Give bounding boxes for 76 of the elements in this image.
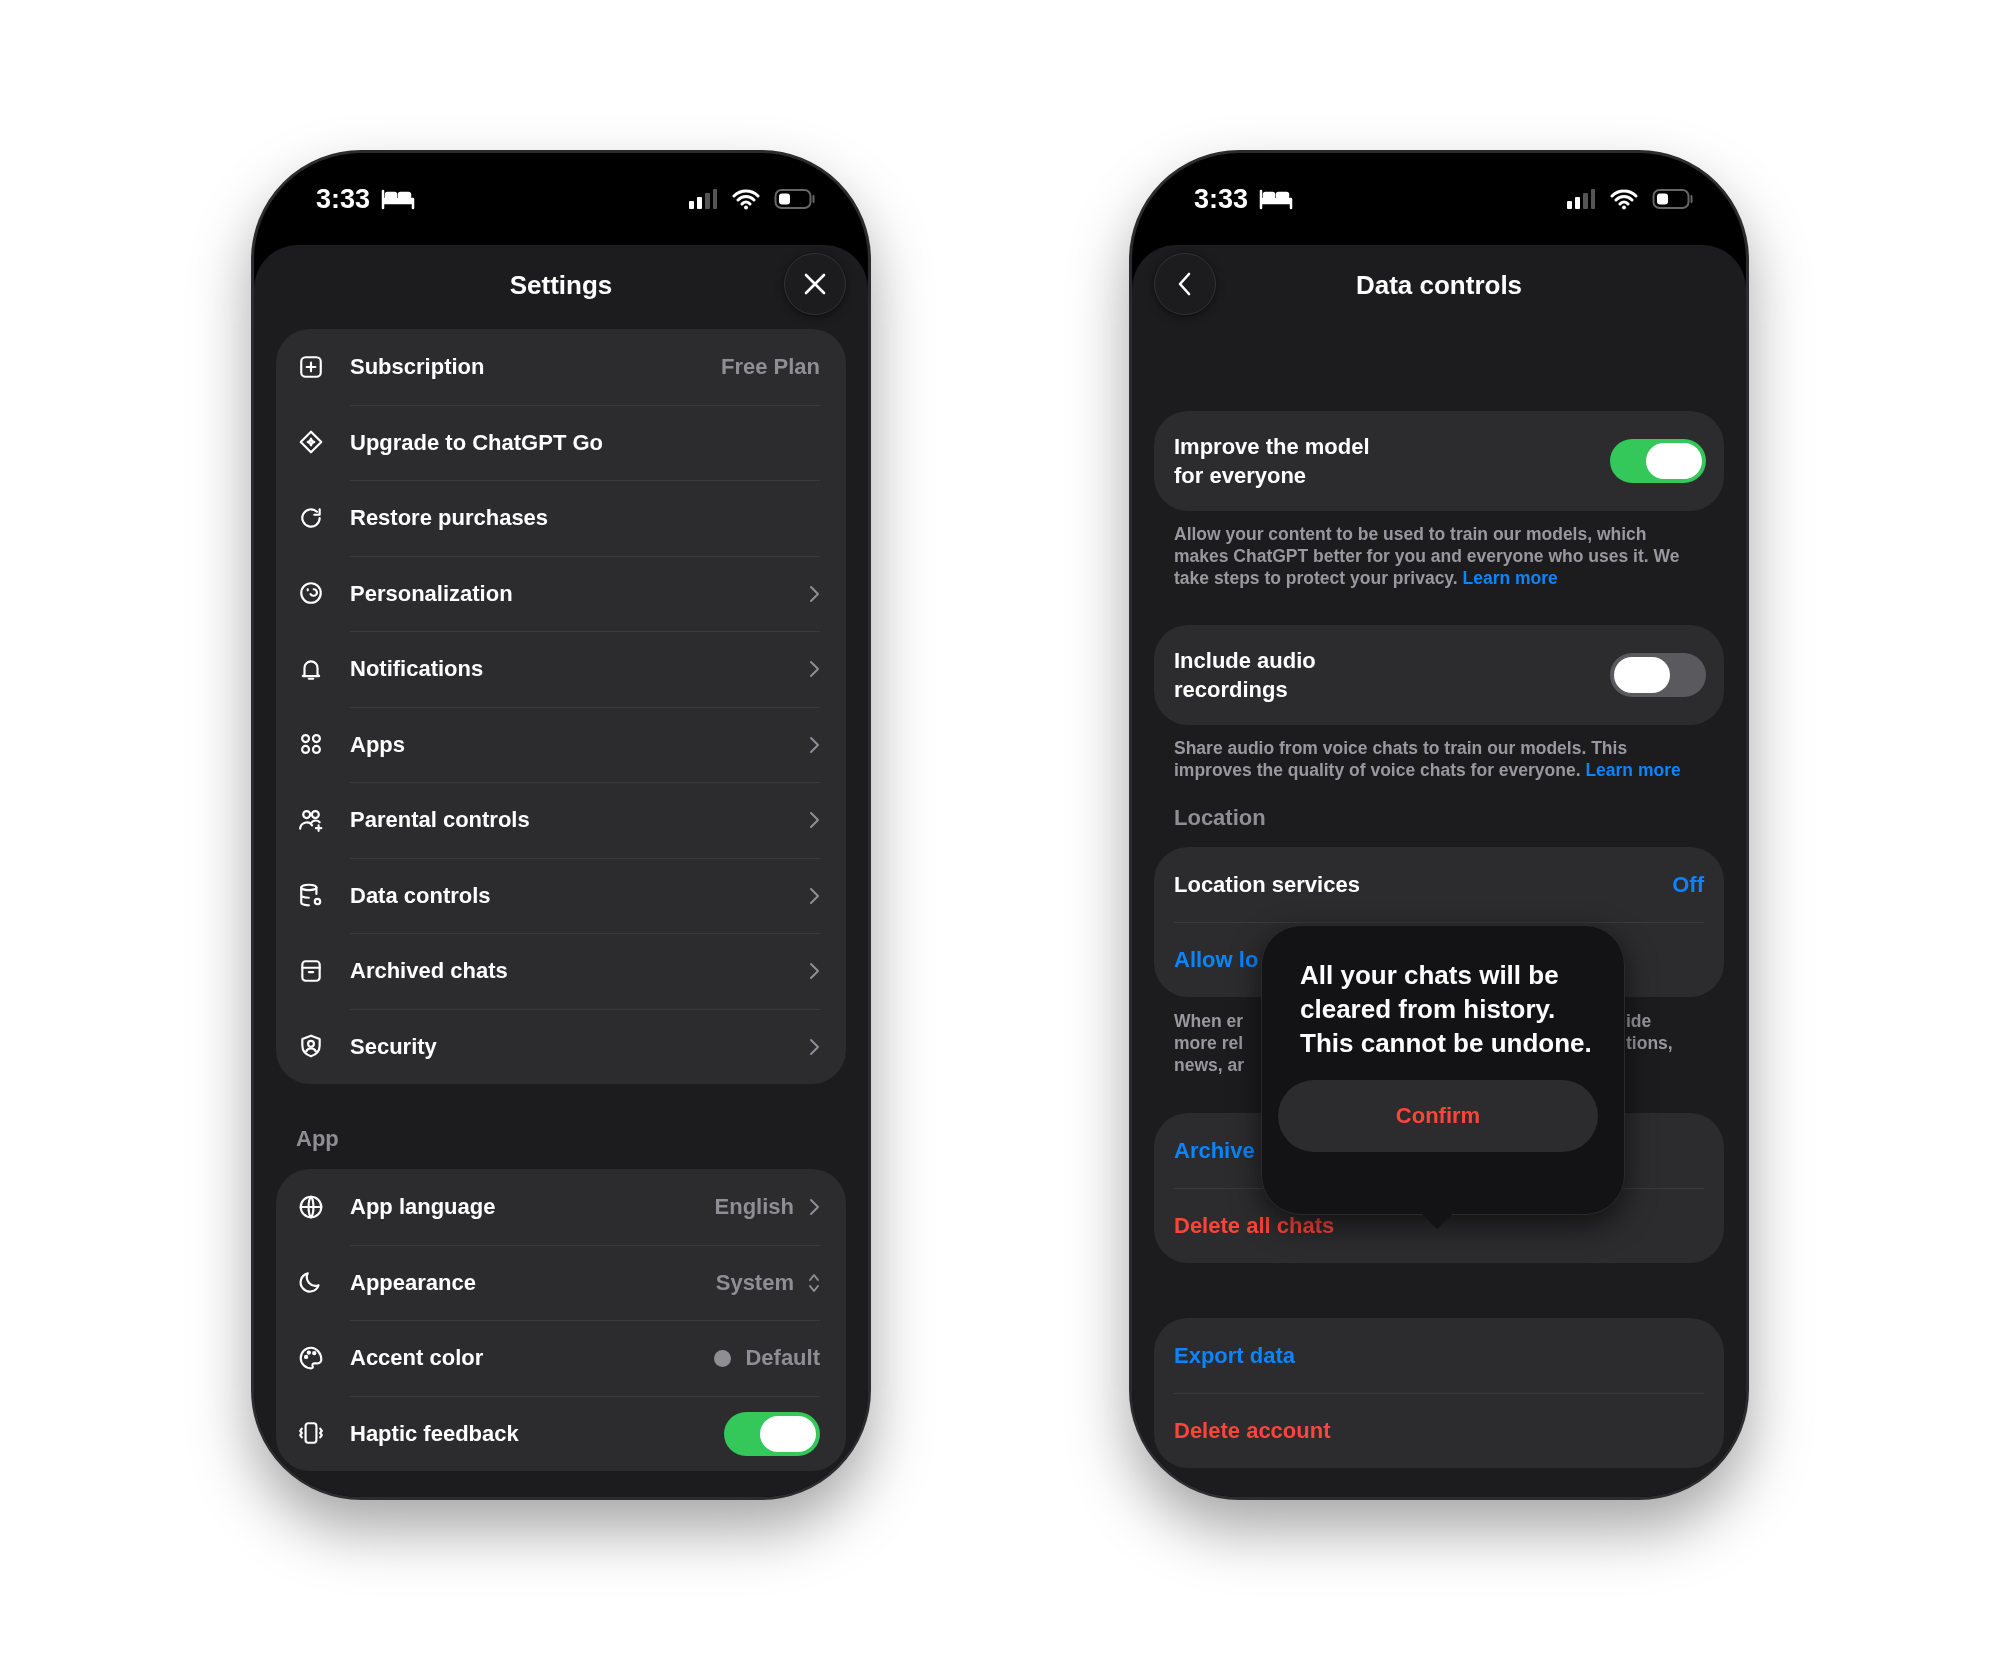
- confirm-button[interactable]: Confirm: [1278, 1080, 1598, 1152]
- section-heading: Location: [1174, 804, 1267, 832]
- close-icon: [802, 271, 828, 297]
- database-gear-icon: [298, 882, 324, 909]
- setting-label[interactable]: Restore purchases: [350, 505, 549, 532]
- chevron-icon: [808, 1196, 820, 1217]
- toggle-switch[interactable]: [724, 1411, 820, 1456]
- setting-label[interactable]: Accent color: [350, 1345, 484, 1372]
- wifi-icon: [1610, 188, 1638, 210]
- setting-label[interactable]: Appearance: [350, 1269, 476, 1296]
- setting-value: Default: [745, 1345, 820, 1372]
- globe-icon: [298, 1193, 324, 1220]
- setting-label[interactable]: Personalization: [350, 580, 513, 607]
- diamond-icon: [298, 429, 324, 456]
- battery-icon: [1652, 188, 1694, 210]
- chevron-icon: [808, 583, 820, 604]
- shield-person-icon: [298, 1033, 324, 1060]
- setting-label[interactable]: Upgrade to ChatGPT Go: [350, 429, 603, 456]
- description-text: Allow your content to be used to train our models, which makes ChatGPT better for you and everyone who uses it. We take steps to protect your privacy. Learn more: [1174, 523, 1681, 589]
- signal-icon: [1566, 188, 1596, 210]
- learn-more-link[interactable]: Learn more: [1585, 760, 1681, 780]
- delete-link[interactable]: Delete account: [1174, 1418, 1331, 1444]
- screen-title: Settings: [509, 269, 613, 302]
- toggle-switch[interactable]: [1610, 439, 1706, 483]
- plus-square-icon: [298, 353, 324, 380]
- description-fragment: news, ar: [1174, 1054, 1246, 1076]
- action-link[interactable]: Export data: [1174, 1342, 1296, 1369]
- action-link[interactable]: Archive: [1174, 1137, 1255, 1164]
- toggle-label: Improve the model for everyone: [1174, 433, 1370, 490]
- action-link[interactable]: Allow lo: [1174, 947, 1259, 973]
- setting-value: English: [714, 1193, 794, 1220]
- chevron-icon: [808, 810, 820, 831]
- bed-icon: [380, 187, 417, 211]
- delete-link[interactable]: Delete all chats: [1174, 1213, 1335, 1239]
- smiley-icon: [298, 580, 324, 607]
- setting-label[interactable]: Subscription: [350, 353, 485, 380]
- archive-box-icon: [298, 957, 324, 984]
- signal-icon: [688, 188, 718, 210]
- battery-icon: [774, 188, 816, 210]
- setting-value: System: [715, 1269, 794, 1296]
- bed-icon: [1258, 187, 1295, 211]
- setting-label[interactable]: Parental controls: [350, 807, 530, 834]
- chevron-icon: [808, 734, 820, 755]
- description-fragment: ide: [1626, 1010, 1653, 1032]
- setting-label[interactable]: Notifications: [350, 656, 484, 683]
- description-fragment: more rel: [1174, 1032, 1245, 1054]
- setting-label[interactable]: Data controls: [350, 882, 491, 909]
- setting-value[interactable]: Off: [1672, 871, 1704, 898]
- screen-title: Data controls: [1355, 269, 1523, 302]
- toggle-label: Include audio recordings: [1174, 647, 1316, 704]
- setting-value: Free Plan: [720, 353, 820, 380]
- section-heading: App: [296, 1125, 340, 1153]
- status-time: 3:33: [1194, 183, 1249, 215]
- vibrating-phone-icon: [298, 1420, 324, 1447]
- chevron-icon: [808, 659, 820, 680]
- chevron-icon: [808, 1036, 820, 1057]
- description-fragment: When er: [1174, 1010, 1245, 1032]
- popover-message: All your chats will be cleared from history. This cannot be undone.: [1299, 959, 1593, 1060]
- color-dot: [714, 1349, 732, 1367]
- toggle-switch[interactable]: [1610, 653, 1706, 697]
- status-time: 3:33: [316, 183, 371, 215]
- setting-label: Location services: [1174, 871, 1360, 898]
- setting-label[interactable]: Apps: [350, 731, 405, 758]
- wifi-icon: [732, 188, 760, 210]
- setting-label[interactable]: Haptic feedback: [350, 1420, 519, 1447]
- up-down-chevron-icon: [808, 1271, 820, 1294]
- setting-label[interactable]: App language: [350, 1193, 496, 1220]
- setting-label[interactable]: Archived chats: [350, 958, 508, 985]
- description-fragment: tions,: [1626, 1032, 1674, 1054]
- description-text: Share audio from voice chats to train our models. This improves the quality of voice chats for everyone. Learn more: [1174, 737, 1682, 781]
- chevron-icon: [808, 885, 820, 906]
- learn-more-link[interactable]: Learn more: [1462, 568, 1558, 588]
- palette-icon: [298, 1344, 324, 1371]
- setting-label[interactable]: Security: [350, 1033, 437, 1060]
- chevron-icon: [808, 961, 820, 982]
- back-icon: [1177, 271, 1193, 297]
